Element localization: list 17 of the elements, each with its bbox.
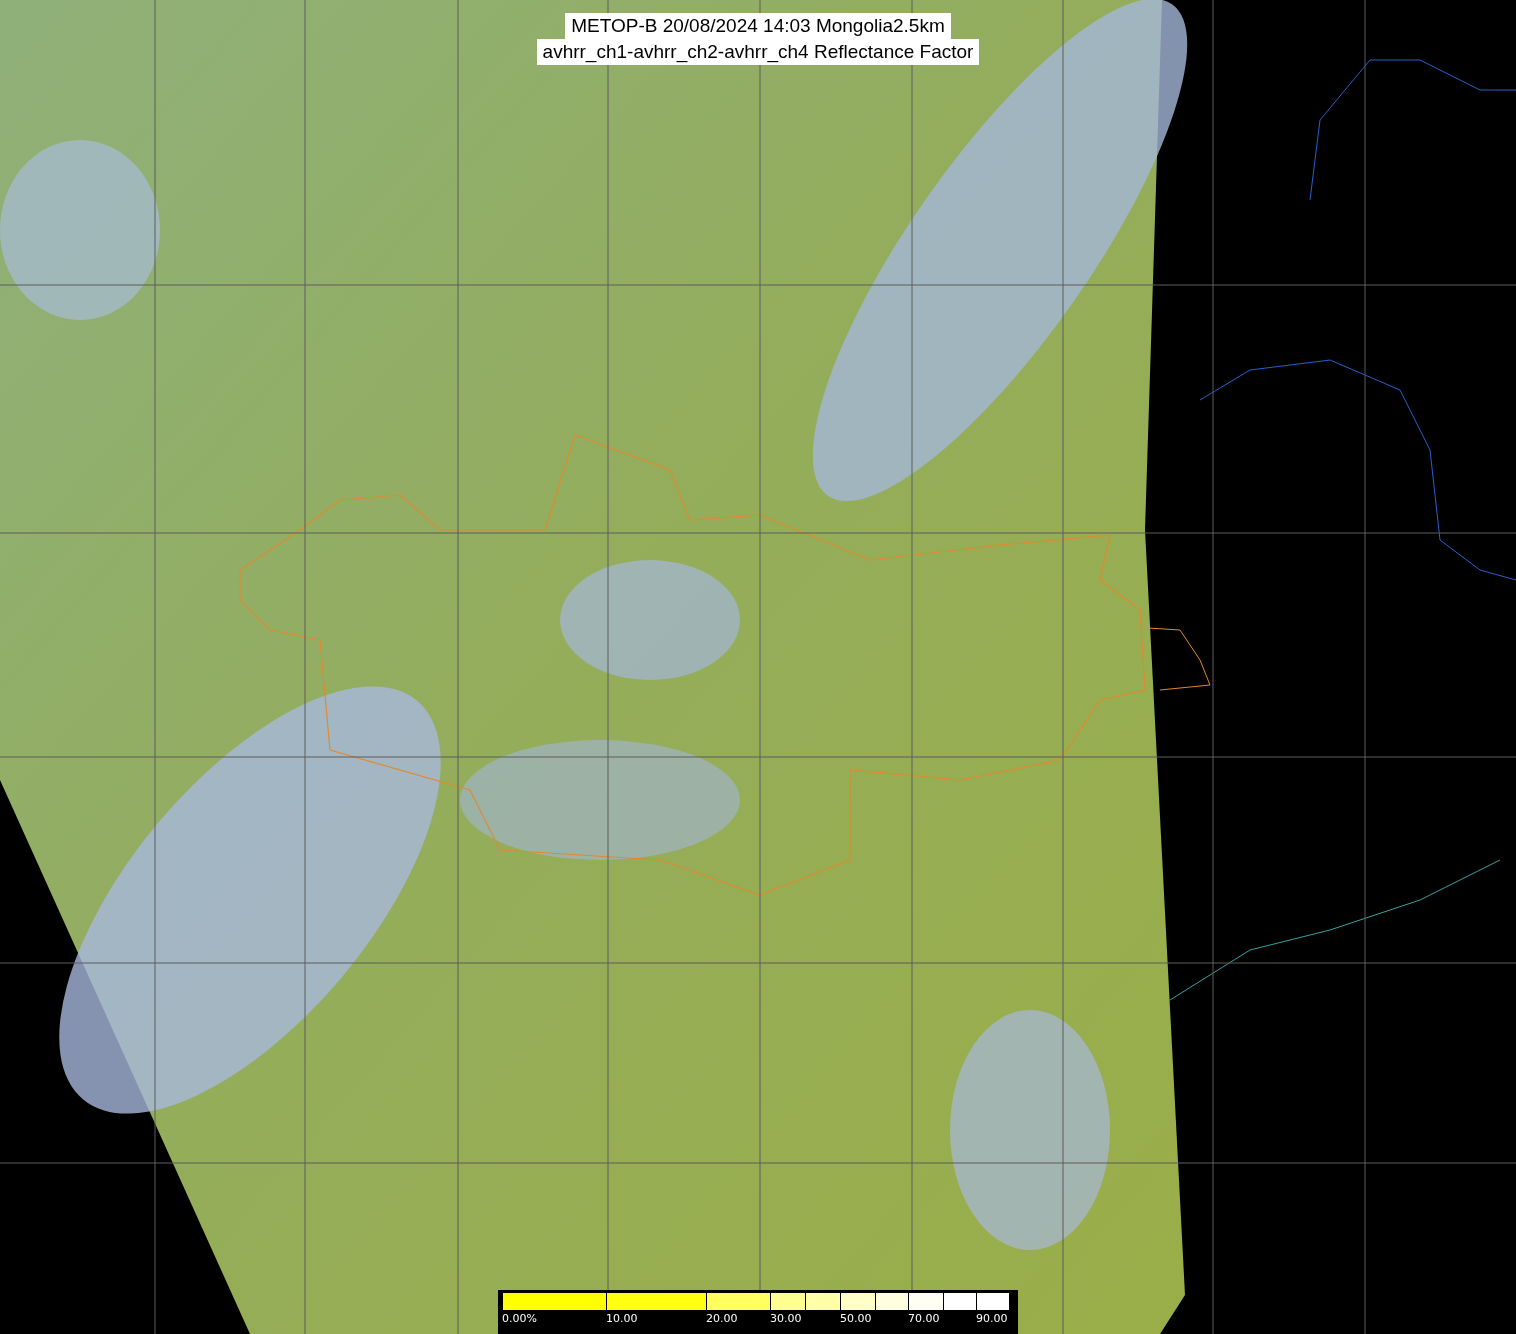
- scale-label: 10.00: [606, 1312, 638, 1325]
- scale-label: 90.00: [976, 1312, 1008, 1325]
- scale-label: 70.00: [908, 1312, 940, 1325]
- color-scale-swatch: [943, 1293, 976, 1310]
- color-scale-swatch: [770, 1293, 805, 1310]
- color-scale-swatch: [805, 1293, 840, 1310]
- scale-label: 20.00: [706, 1312, 738, 1325]
- color-scale-swatch: [875, 1293, 908, 1310]
- color-scale-swatch: [976, 1293, 1009, 1310]
- scale-label: 50.00: [840, 1312, 872, 1325]
- scale-label: 30.00: [770, 1312, 802, 1325]
- title-text: avhrr_ch1-avhrr_ch2-avhrr_ch4 Reflectance Factor: [536, 39, 980, 65]
- scale-label: 0.00%: [502, 1312, 537, 1325]
- title-text: METOP-B 20/08/2024 14:03 Mongolia2.5km: [565, 13, 951, 39]
- color-scale-swatch: [706, 1293, 770, 1310]
- color-scale-swatch: [908, 1293, 943, 1310]
- color-scale-swatch: [840, 1293, 875, 1310]
